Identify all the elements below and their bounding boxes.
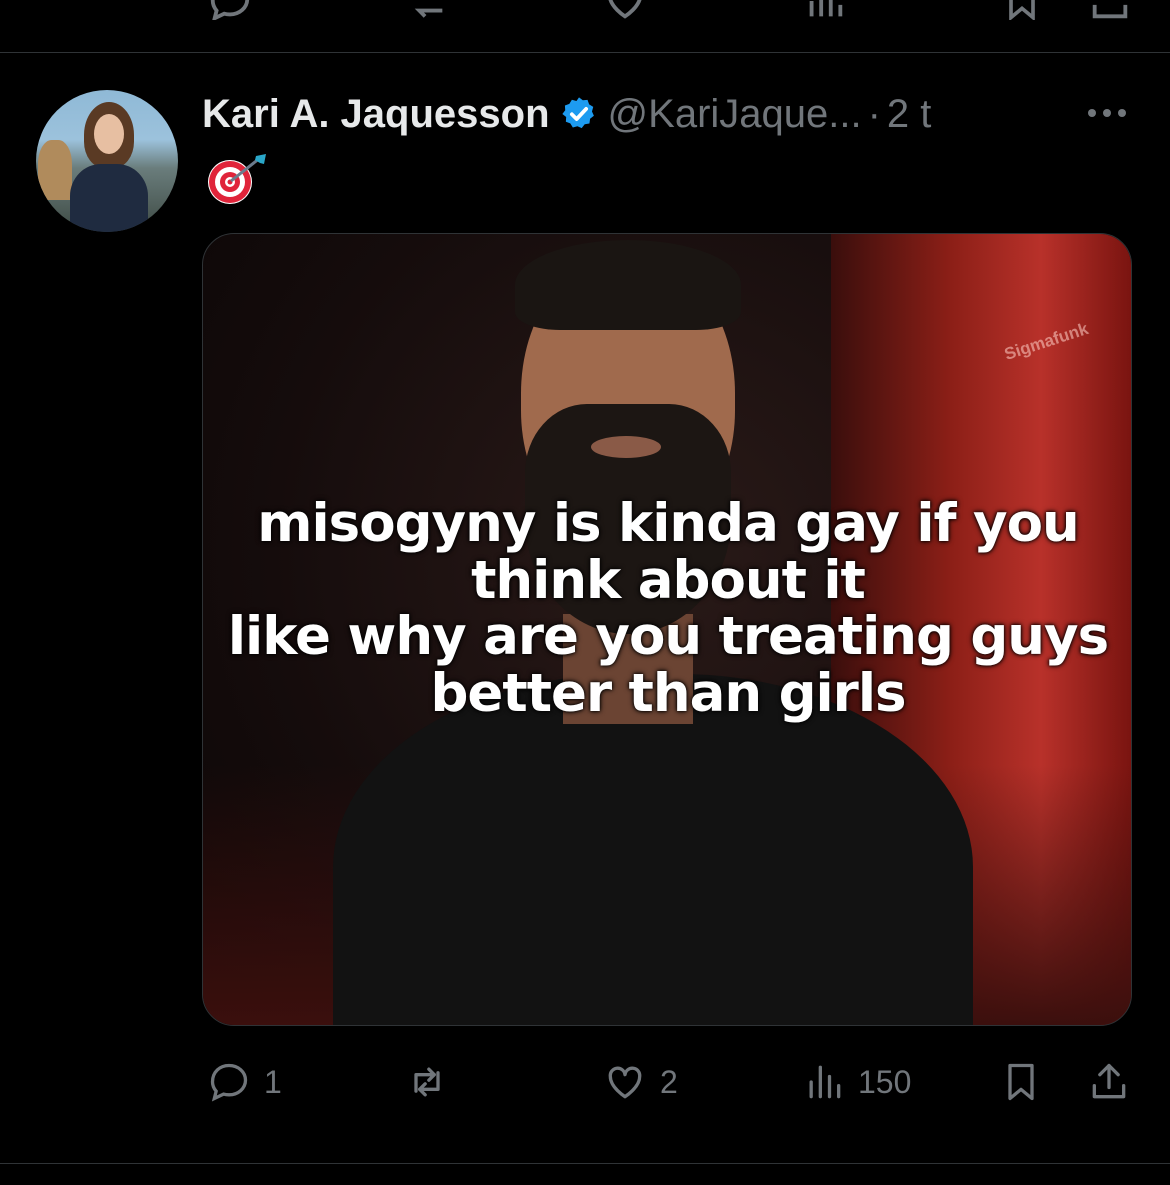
verified-badge-icon xyxy=(561,97,594,129)
meme-caption: misogyny is kinda gay if you think about… xyxy=(203,493,1131,725)
reply-button[interactable]: 1 xyxy=(204,1060,282,1104)
views-button[interactable]: 150 xyxy=(800,1060,911,1104)
author-handle[interactable]: @KariJaque... xyxy=(608,92,862,137)
author-name[interactable]: Kari A. Jaquesson xyxy=(202,92,550,137)
bookmark-button[interactable] xyxy=(998,1060,1044,1104)
avatar[interactable] xyxy=(36,90,178,232)
tweet-actions: 1 2 150 xyxy=(0,1050,1170,1110)
target-emoji-icon xyxy=(208,154,266,204)
reply-icon[interactable] xyxy=(205,0,255,20)
like-count: 2 xyxy=(660,1063,678,1100)
separator-dot: · xyxy=(867,91,881,136)
meme-line: think about it xyxy=(471,549,866,611)
divider-bottom xyxy=(0,1163,1170,1164)
views-icon xyxy=(809,1065,841,1099)
share-button[interactable] xyxy=(1084,1060,1134,1104)
bookmark-icon[interactable] xyxy=(1000,0,1044,20)
divider-top xyxy=(0,52,1170,53)
retweet-icon[interactable] xyxy=(400,0,454,20)
timestamp[interactable]: 2 t xyxy=(887,92,931,137)
tweet-image[interactable]: Sigmafunk misogyny is kinda gay if you t… xyxy=(202,233,1132,1026)
retweet-icon xyxy=(414,1067,440,1097)
share-icon xyxy=(1092,1063,1126,1099)
more-options-icon[interactable] xyxy=(1084,98,1130,128)
meme-line: misogyny is kinda gay if you xyxy=(257,493,1079,554)
share-icon[interactable] xyxy=(1086,0,1134,20)
views-count: 150 xyxy=(858,1063,912,1100)
retweet-button[interactable] xyxy=(400,1060,464,1104)
tweet-header: Kari A. Jaquesson @KariJaque... · 2 t xyxy=(202,88,931,140)
heart-icon[interactable] xyxy=(600,0,650,20)
reply-count: 1 xyxy=(264,1063,282,1100)
reply-icon xyxy=(210,1063,248,1102)
like-button[interactable]: 2 xyxy=(600,1060,678,1104)
heart-icon xyxy=(608,1066,642,1099)
bookmark-icon xyxy=(1008,1063,1034,1101)
meme-line: like why are you treating guys xyxy=(227,606,1109,668)
previous-tweet-actions xyxy=(0,0,1170,20)
views-icon[interactable] xyxy=(800,0,850,20)
meme-line: better than girls xyxy=(430,663,906,725)
